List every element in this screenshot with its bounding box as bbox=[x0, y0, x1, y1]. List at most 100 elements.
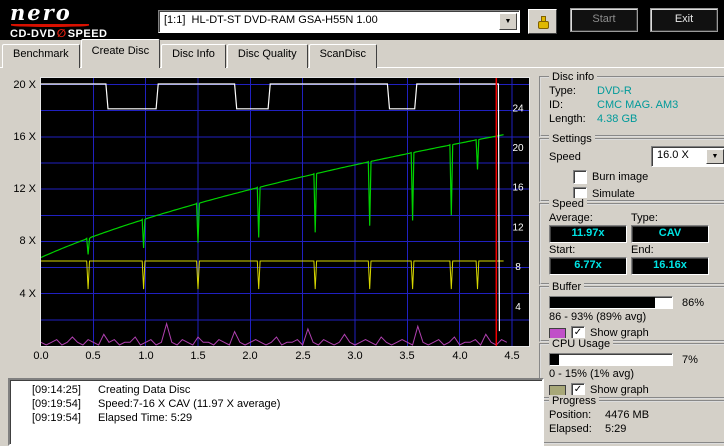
x-axis-label: 2.0 bbox=[242, 350, 258, 362]
disc-symbol-icon: ∅ bbox=[56, 28, 67, 40]
tab-scandisc[interactable]: ScanDisc bbox=[308, 44, 378, 68]
buffer-bar bbox=[549, 296, 673, 309]
y-axis-label-20x: 20 X bbox=[13, 79, 36, 91]
disc-type-row: Type: DVD-R bbox=[549, 84, 724, 98]
position-label: Position: bbox=[549, 409, 592, 421]
speed-group: Speed Average: Type: 11.97x CAV Start: E… bbox=[539, 198, 724, 285]
progress-legend: Progress bbox=[549, 395, 600, 407]
average-label: Average: bbox=[549, 212, 593, 224]
log-entry: [09:19:54] Elapsed Time: 5:29 bbox=[14, 411, 538, 425]
cpu-usage-group: CPU Usage 7% 0 - 15% (1% avg) ✓ Show gra… bbox=[539, 338, 724, 399]
buffer-bar-fill bbox=[550, 297, 655, 308]
disc-id-label: ID: bbox=[549, 99, 564, 111]
x-axis-label: 3.5 bbox=[399, 350, 415, 362]
disc-type-label: Type: bbox=[549, 85, 576, 97]
disc-length-value: 4.38 GB bbox=[597, 113, 638, 125]
log-time: [09:19:54] bbox=[32, 412, 81, 424]
logo-subtitle-left: CD-DVD bbox=[10, 28, 56, 40]
x-axis-label: 1.0 bbox=[138, 350, 154, 362]
log-entry: [09:14:25] Creating Data Disc bbox=[14, 383, 538, 397]
end-label: End: bbox=[631, 244, 654, 256]
svg-text:16: 16 bbox=[512, 183, 524, 194]
y-axis-label-4x: 4 X bbox=[19, 288, 36, 300]
x-axis-label: 3.0 bbox=[347, 350, 363, 362]
x-axis-label: 1.5 bbox=[190, 350, 206, 362]
y-axis-label-12x: 12 X bbox=[13, 183, 36, 195]
disc-type-value: DVD-R bbox=[597, 85, 632, 97]
disc-id-value: CMC MAG. AM3 bbox=[597, 99, 679, 111]
tab-disc-info[interactable]: Disc Info bbox=[161, 44, 226, 68]
log-entry: [09:19:54] Speed:7-16 X CAV (11.97 X ave… bbox=[14, 397, 538, 411]
drive-select[interactable]: [1:1] HL-DT-ST DVD-RAM GSA-H55N 1.00 ▼ bbox=[158, 10, 520, 33]
speed-setting-label: Speed bbox=[549, 150, 581, 163]
cpu-bar-row: 7% bbox=[549, 353, 724, 366]
log-list[interactable]: [09:14:25] Creating Data Disc [09:19:54]… bbox=[8, 378, 544, 446]
tab-benchmark[interactable]: Benchmark bbox=[2, 44, 80, 68]
position-row: Position: 4476 MB bbox=[549, 408, 724, 422]
drive-select-value: [1:1] HL-DT-ST DVD-RAM GSA-H55N 1.00 bbox=[164, 14, 378, 26]
write-type-value: CAV bbox=[631, 225, 709, 243]
cpu-usage-legend: CPU Usage bbox=[549, 338, 614, 350]
elapsed-row: Elapsed: 5:29 bbox=[549, 422, 724, 436]
start-label: Start: bbox=[549, 244, 576, 256]
burn-image-checkbox[interactable] bbox=[573, 170, 587, 184]
elapsed-label: Elapsed: bbox=[549, 423, 592, 435]
position-value: 4476 MB bbox=[605, 409, 650, 421]
log-icon-spacer bbox=[14, 411, 32, 425]
chart-canvas: 24 20 16 12 8 4 bbox=[40, 78, 529, 346]
logo-title: nero bbox=[10, 0, 72, 25]
burn-image-row: Burn image bbox=[573, 170, 724, 184]
start-button[interactable]: Start bbox=[570, 8, 638, 32]
y-axis-label-8x: 8 X bbox=[19, 235, 36, 247]
cpu-bar-fill bbox=[550, 354, 559, 365]
svg-text:24: 24 bbox=[512, 103, 524, 114]
log-text: Elapsed Time: 5:29 bbox=[98, 412, 193, 424]
cpu-color-swatch bbox=[549, 384, 566, 396]
buffer-group: Buffer 86% 86 - 93% (89% avg) ✓ Show gra… bbox=[539, 281, 724, 342]
x-axis-label: 2.5 bbox=[295, 350, 311, 362]
speed-chart: 24 20 16 12 8 4 bbox=[40, 77, 530, 347]
chevron-down-icon[interactable]: ▼ bbox=[499, 13, 517, 30]
log-text: Creating Data Disc bbox=[98, 384, 191, 396]
buffer-bar-row: 86% bbox=[549, 296, 724, 309]
disc-info-group: Disc info Type: DVD-R ID: CMC MAG. AM3 L… bbox=[539, 71, 724, 137]
progress-group: Progress Position: 4476 MB Elapsed: 5:29 bbox=[539, 395, 724, 444]
x-axis-label: 4.5 bbox=[504, 350, 520, 362]
log-text: Speed:7-16 X CAV (11.97 X average) bbox=[98, 398, 281, 410]
speed-readouts: Average: Type: 11.97x CAV Start: End: 6.… bbox=[549, 212, 724, 275]
x-axis-label: 4.0 bbox=[452, 350, 468, 362]
chevron-down-icon[interactable]: ▼ bbox=[706, 149, 724, 164]
hand-icon-palm bbox=[537, 20, 549, 29]
end-speed-value: 16.16x bbox=[631, 257, 709, 275]
svg-text:8: 8 bbox=[515, 262, 521, 273]
average-speed-value: 11.97x bbox=[549, 225, 627, 243]
options-hand-button[interactable] bbox=[528, 9, 557, 34]
exit-button[interactable]: Exit bbox=[650, 8, 718, 32]
disc-length-row: Length: 4.38 GB bbox=[549, 112, 724, 126]
type-label: Type: bbox=[631, 212, 658, 224]
buffer-legend: Buffer bbox=[549, 281, 585, 293]
log-time: [09:19:54] bbox=[32, 398, 81, 410]
app-header: nero CD-DVD∅SPEED [1:1] HL-DT-ST DVD-RAM… bbox=[0, 0, 724, 40]
elapsed-value: 5:29 bbox=[605, 423, 627, 435]
buffer-color-swatch bbox=[549, 327, 566, 339]
start-speed-value: 6.77x bbox=[549, 257, 627, 275]
log-time: [09:14:25] bbox=[32, 384, 81, 396]
disc-length-label: Length: bbox=[549, 113, 586, 125]
svg-text:20: 20 bbox=[512, 143, 524, 154]
speed-select[interactable]: 16.0 X ▼ bbox=[651, 146, 724, 167]
disc-log-icon bbox=[14, 383, 32, 397]
burn-image-label: Burn image bbox=[592, 171, 649, 183]
speed-setting-row: Speed 16.0 X ▼ bbox=[549, 146, 724, 167]
nero-logo: nero CD-DVD∅SPEED bbox=[10, 2, 108, 40]
settings-group: Settings Speed 16.0 X ▼ Burn image Simul… bbox=[539, 133, 724, 202]
x-axis-label: 0.0 bbox=[33, 350, 49, 362]
svg-text:12: 12 bbox=[512, 222, 524, 233]
cpu-range: 0 - 15% (1% avg) bbox=[549, 368, 634, 380]
disc-id-row: ID: CMC MAG. AM3 bbox=[549, 98, 724, 112]
tabstrip: Benchmark Create Disc Disc Info Disc Qua… bbox=[2, 39, 378, 68]
y-axis-label-16x: 16 X bbox=[13, 131, 36, 143]
tab-create-disc[interactable]: Create Disc bbox=[80, 39, 161, 68]
hand-icon bbox=[537, 15, 549, 29]
tab-disc-quality[interactable]: Disc Quality bbox=[226, 44, 308, 68]
